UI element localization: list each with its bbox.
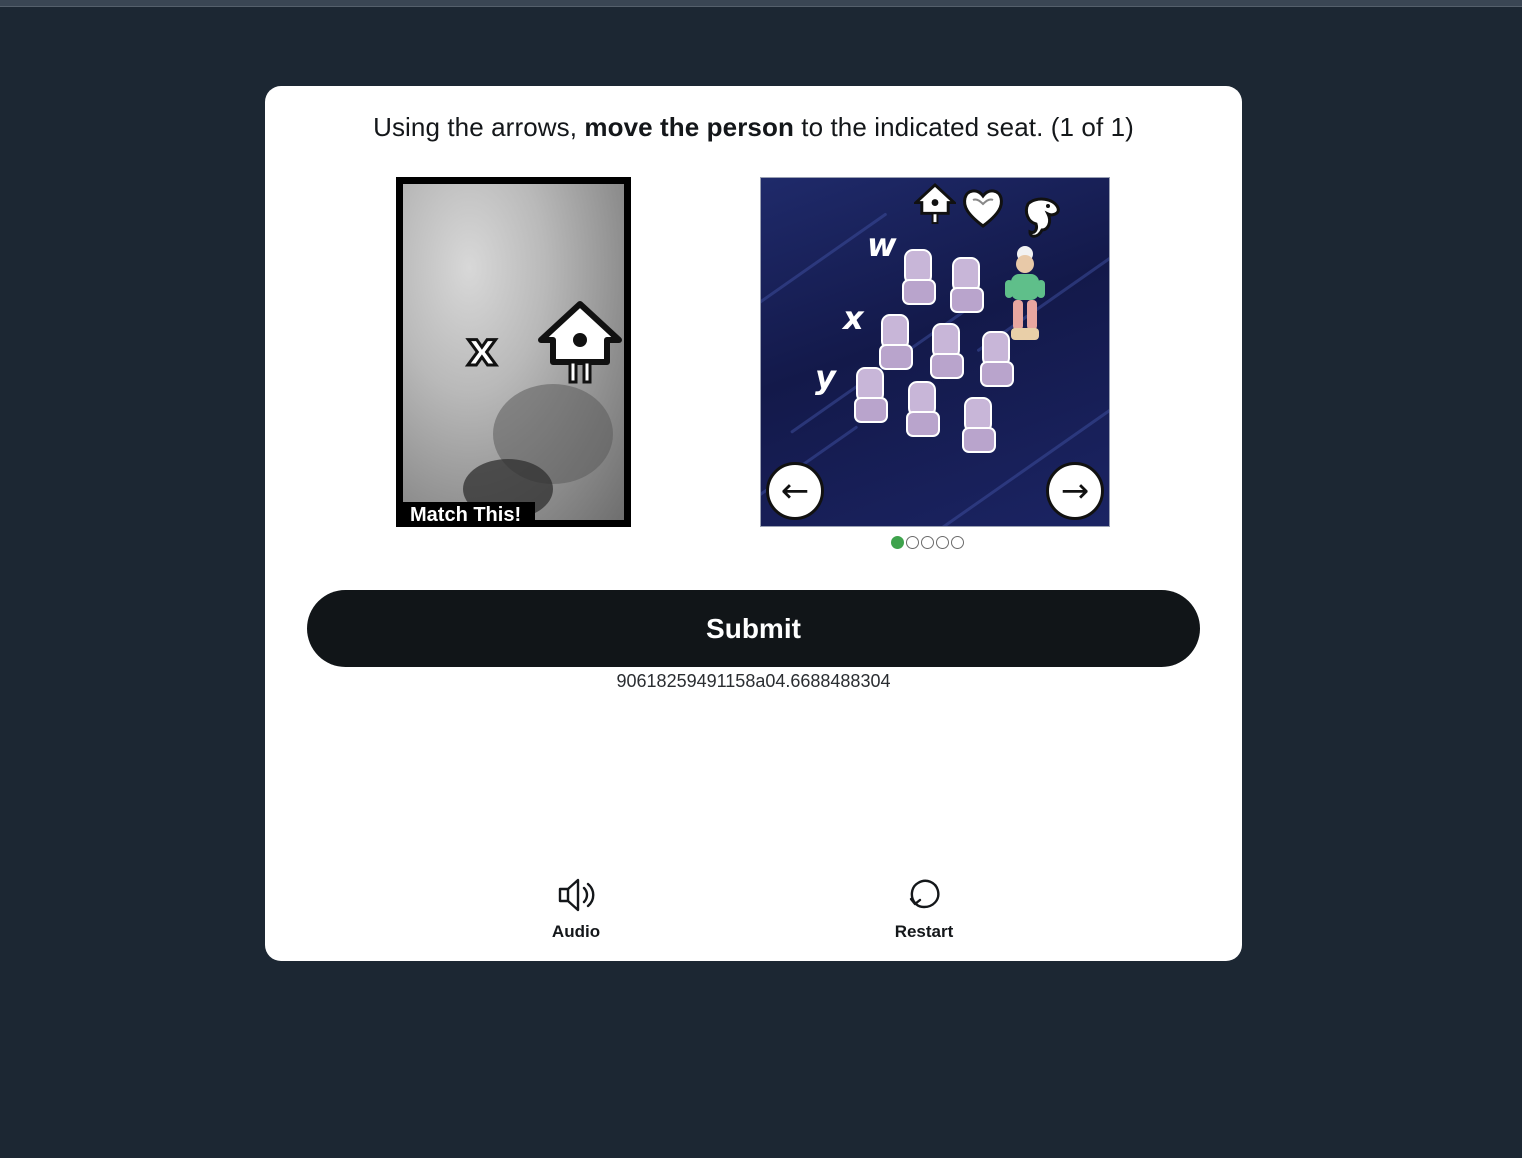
- page-dot: [951, 536, 964, 549]
- seat: [902, 249, 936, 305]
- seat: [962, 397, 996, 453]
- audio-button[interactable]: Audio: [521, 875, 631, 945]
- page-dot: [906, 536, 919, 549]
- page-dot: [891, 536, 904, 549]
- submit-button[interactable]: Submit: [307, 590, 1200, 667]
- seat: [930, 323, 964, 379]
- restart-label: Restart: [894, 922, 954, 941]
- reference-row-letter: x: [466, 322, 499, 376]
- reference-image: x Match This!: [396, 177, 631, 527]
- page-dot: [921, 536, 934, 549]
- heart-icon: [963, 189, 1003, 228]
- page-indicator: [891, 536, 964, 552]
- previous-arrow-button[interactable]: ←: [766, 462, 824, 520]
- restart-button[interactable]: Restart: [869, 875, 979, 945]
- browser-top-strip: [0, 0, 1522, 7]
- row-label-x: x: [843, 299, 864, 337]
- person-figure: [1005, 246, 1045, 340]
- match-this-label: Match This!: [403, 502, 536, 527]
- row-label-y: y: [815, 358, 836, 396]
- birdhouse-icon: [914, 182, 956, 225]
- audio-label: Audio: [551, 922, 601, 941]
- seahorse-icon: [1024, 197, 1060, 238]
- seat: [950, 257, 984, 313]
- instruction-text: Using the arrows, move the person to the…: [373, 112, 1134, 142]
- next-arrow-button[interactable]: →: [1046, 462, 1104, 520]
- seat: [854, 367, 888, 423]
- page-dot: [936, 536, 949, 549]
- captcha-card: Using the arrows, move the person to the…: [265, 86, 1242, 961]
- speaker-icon: [558, 878, 595, 912]
- seat: [906, 381, 940, 437]
- session-id-text: 90618259491158a04.6688488304: [616, 671, 891, 691]
- restart-icon: [909, 879, 940, 909]
- seat-scene-image: w x y ← →: [760, 177, 1110, 527]
- row-label-w: w: [867, 226, 897, 264]
- birdhouse-icon: [538, 301, 622, 384]
